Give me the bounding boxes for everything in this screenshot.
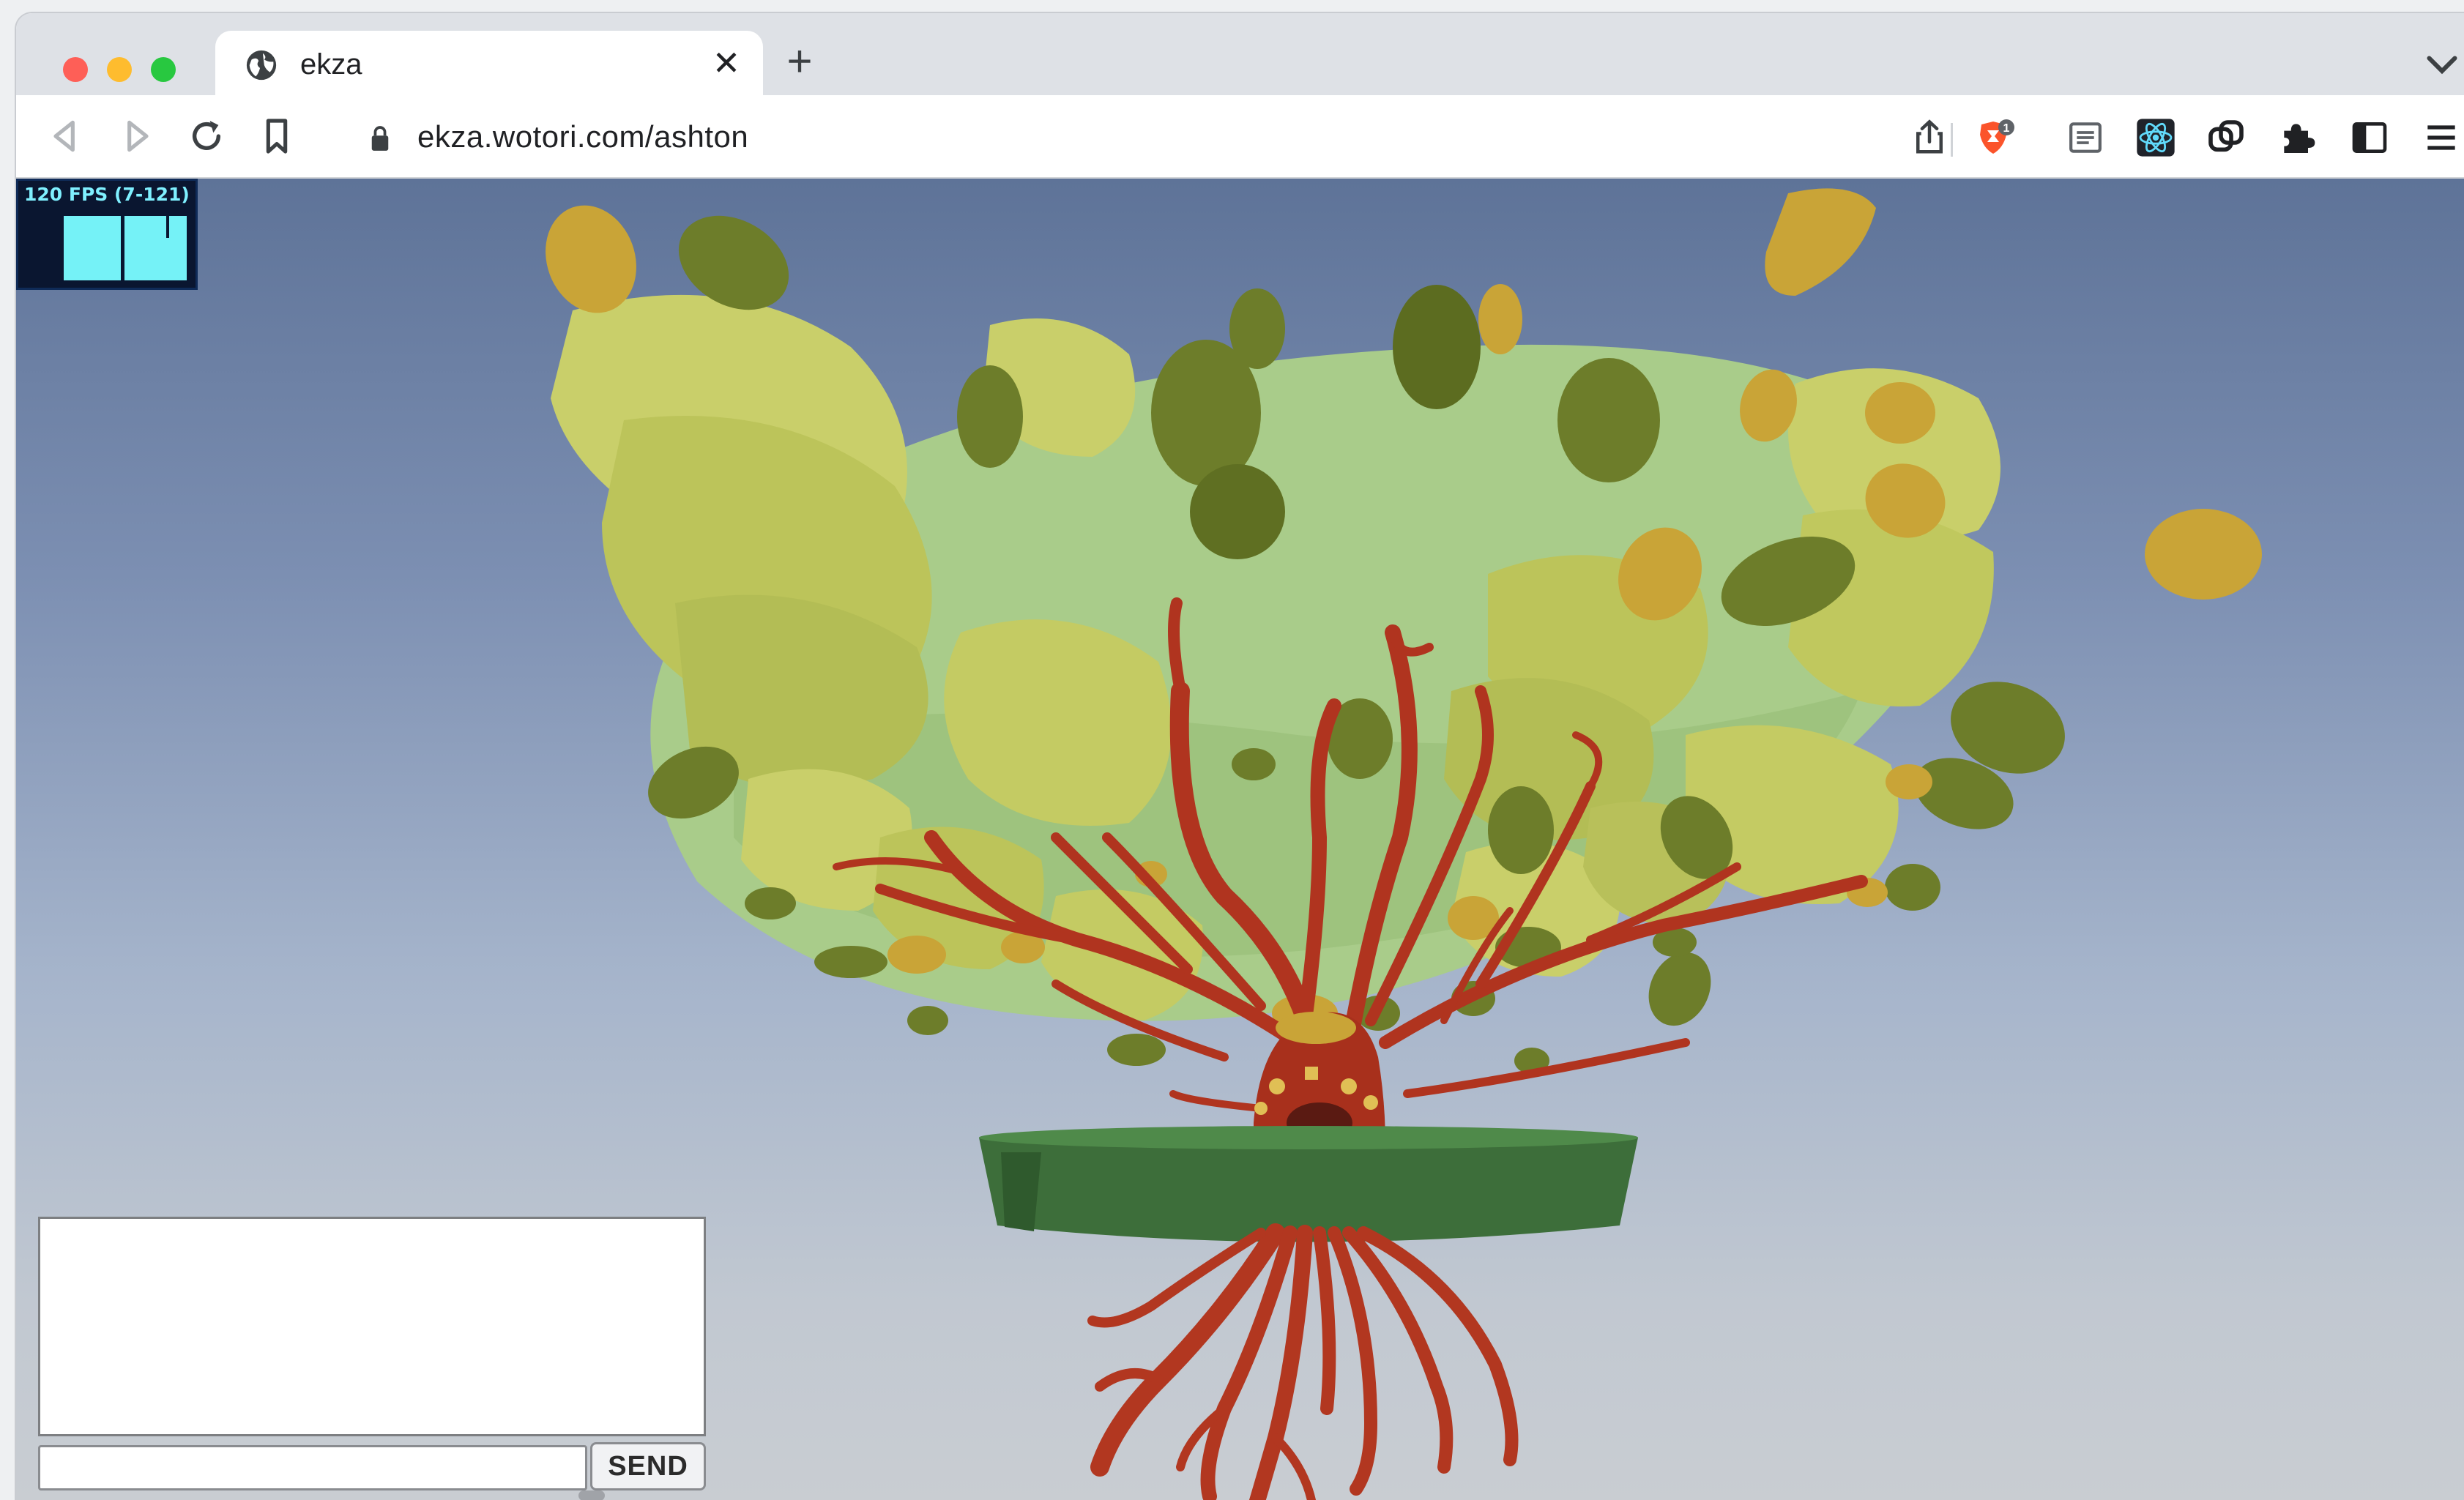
shield-badge-count: 1 [2003,122,2010,135]
url-text: ekza.wotori.com/ashton [417,119,749,154]
toolbar-separator [1951,123,1953,157]
back-arrow-icon[interactable] [45,116,86,157]
lock-icon [371,126,389,151]
resize-handle[interactable] [578,1490,605,1500]
address-bar[interactable]: ekza.wotori.com/ashton [324,110,1943,164]
tab-title: ekza [300,48,362,81]
tab-strip: ekza ✕ + [16,13,2464,95]
tree-platform [979,1126,1638,1242]
share-icon[interactable] [1910,117,1949,157]
reader-mode-icon[interactable] [2065,117,2106,158]
chat-log [38,1217,706,1436]
close-tab-icon[interactable]: ✕ [707,44,745,82]
hamburger-menu-icon[interactable] [2421,117,2462,158]
puzzle-piece-icon[interactable] [2277,117,2318,158]
chat-message-input[interactable] [38,1445,587,1490]
fps-stats-panel[interactable]: 120 FPS (7-121) [16,179,198,290]
react-devtools-icon[interactable] [2135,117,2176,158]
reload-icon[interactable] [186,116,227,157]
fps-label: 120 FPS (7-121) [24,184,190,205]
new-tab-button[interactable]: + [778,40,822,83]
browser-toolbar: ekza.wotori.com/ashton 1 [16,95,2464,179]
bookmark-icon[interactable] [256,116,297,157]
fps-graph-bars [64,210,187,280]
browser-window: ekza ✕ + ekza.wotori.com/ashton 1 120 FP… [16,13,2464,1500]
linked-rings-icon[interactable] [2206,117,2247,158]
minimize-window-button[interactable] [107,57,132,82]
fps-graph [64,210,187,280]
tree-roots [1087,1223,1519,1500]
globe-icon [246,50,277,81]
tab-search-icon[interactable] [2420,45,2464,82]
forward-arrow-icon[interactable] [116,116,157,157]
brave-shield-icon[interactable]: 1 [1976,117,2017,158]
tab-ekza[interactable]: ekza ✕ [215,31,763,95]
zoom-window-button[interactable] [151,57,176,82]
sidebar-icon[interactable] [2349,117,2390,158]
send-button[interactable]: SEND [590,1442,706,1490]
close-window-button[interactable] [63,57,88,82]
webgl-viewport[interactable]: 120 FPS (7-121) SEND [16,179,2464,1500]
